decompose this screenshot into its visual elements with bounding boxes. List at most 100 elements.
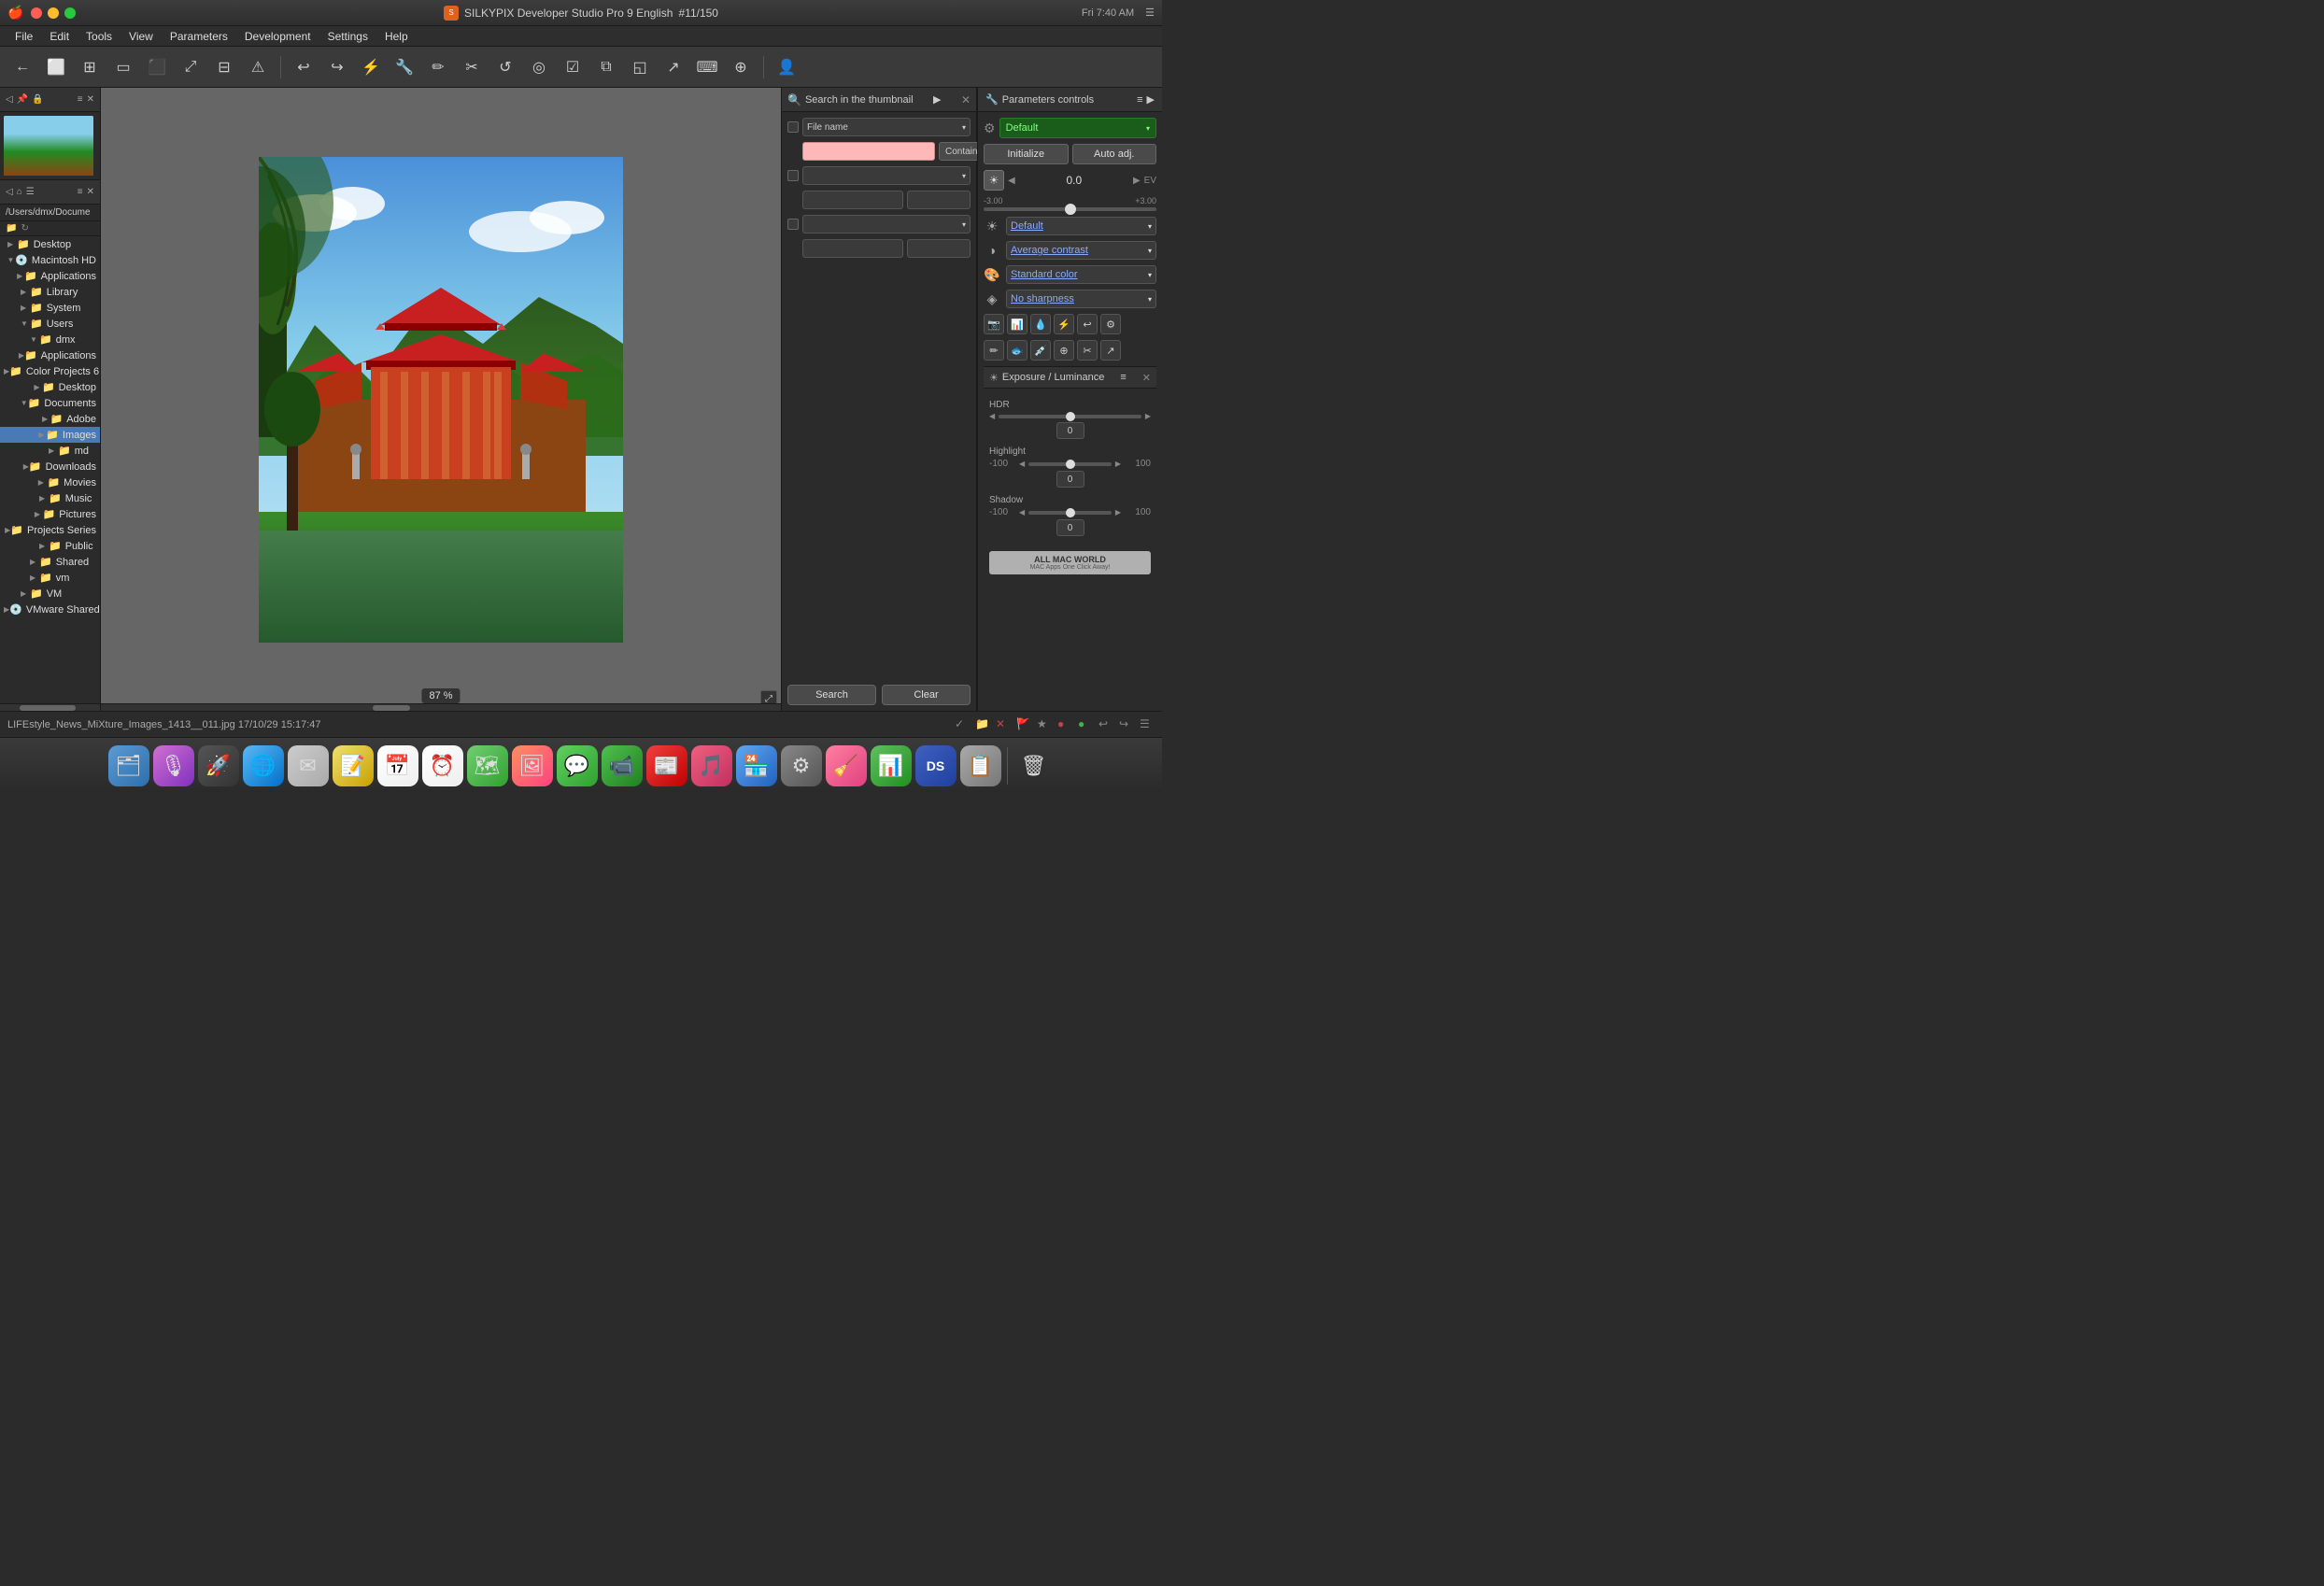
exposure-arrow-left[interactable]: ◀ (1008, 176, 1015, 186)
shadow-arrow-left[interactable]: ◀ (1019, 508, 1025, 517)
tree-arrow-documents[interactable]: ▼ (21, 399, 28, 407)
toolbar-stamp-btn[interactable]: ⊕ (726, 52, 756, 82)
tone-dropdown[interactable]: Default ▾ (1006, 217, 1156, 235)
browser-nav-prev[interactable]: ◁ (6, 187, 13, 197)
tree-item-vm[interactable]: ▶ 📁 vm (0, 570, 100, 586)
toolbar-pen-btn[interactable]: ✏ (423, 52, 453, 82)
shadow-value-display[interactable]: 0 (1056, 519, 1084, 536)
thumb-lock-btn[interactable]: 🔒 (32, 94, 43, 105)
tree-arrow-public[interactable]: ▶ (39, 542, 49, 550)
tree-item-images[interactable]: ▶ 📁 Images (0, 427, 100, 443)
highlight-arrow-left[interactable]: ◀ (1019, 460, 1025, 468)
status-redo-icon[interactable]: ↪ (1119, 717, 1134, 732)
browser-bookmark-btn[interactable]: ☰ (26, 187, 35, 197)
tree-item-adobe[interactable]: ▶ 📁 Adobe (0, 411, 100, 427)
toolbar-mask-btn[interactable]: ◱ (625, 52, 655, 82)
menu-edit[interactable]: Edit (42, 28, 77, 45)
tree-arrow-applications[interactable]: ▶ (17, 272, 24, 280)
thumb-nav-prev[interactable]: ◁ (6, 94, 13, 105)
dock-item-cleanmymac[interactable]: 🧹 (826, 745, 867, 786)
tree-arrow-pictures[interactable]: ▶ (35, 510, 43, 518)
toolbar-develop-btn[interactable]: ⚡ (356, 52, 386, 82)
minimize-window-button[interactable] (48, 7, 59, 19)
dock-item-calendar[interactable]: 📅 (377, 745, 418, 786)
tree-item-public[interactable]: ▶ 📁 Public (0, 538, 100, 554)
status-check-icon[interactable]: ✓ (955, 717, 970, 732)
hdr-slider[interactable] (999, 415, 1141, 418)
highlight-slider[interactable] (1028, 462, 1112, 466)
tool-btn-8[interactable]: 🐟 (1007, 340, 1027, 361)
dock-item-reminders[interactable]: ⏰ (422, 745, 463, 786)
toolbar-compare2-btn[interactable]: ⬛ (142, 52, 172, 82)
toolbar-forward-btn[interactable]: ⬜ (41, 52, 71, 82)
dock-item-activity[interactable]: 📊 (871, 745, 912, 786)
toolbar-spot-btn[interactable]: ◎ (524, 52, 554, 82)
menu-file[interactable]: File (7, 28, 40, 45)
search-field-input2b[interactable] (907, 191, 971, 209)
sharpness-dropdown[interactable]: No sharpness ▾ (1006, 290, 1156, 308)
dock-item-maps[interactable]: 🗺 (467, 745, 508, 786)
params-expand-btn[interactable]: ▶ (1147, 93, 1155, 106)
tree-arrow-library[interactable]: ▶ (21, 288, 30, 296)
tree-arrow-dmx-desktop[interactable]: ▶ (34, 383, 42, 391)
dock-item-launchpad[interactable]: 🚀 (198, 745, 239, 786)
tool-btn-12[interactable]: ↗ (1100, 340, 1121, 361)
toolbar-check-btn[interactable]: ☑ (558, 52, 588, 82)
tree-item-users[interactable]: ▼ 📁 Users (0, 316, 100, 332)
toolbar-rotate-btn[interactable]: ↺ (490, 52, 520, 82)
toolbar-warning-btn[interactable]: ⚠ (243, 52, 273, 82)
tree-arrow-macintoshhd[interactable]: ▼ (7, 256, 15, 264)
dock-item-ds[interactable]: DS (915, 745, 957, 786)
toolbar-face-btn[interactable]: 👤 (772, 52, 801, 82)
tree-item-downloads[interactable]: ▶ 📁 Downloads (0, 459, 100, 474)
shadow-slider-thumb[interactable] (1066, 508, 1075, 517)
tree-arrow-desktop[interactable]: ▶ (7, 240, 17, 248)
notification-icon[interactable]: ☰ (1145, 7, 1155, 19)
highlight-arrow-right[interactable]: ▶ (1115, 460, 1121, 468)
search-button[interactable]: Search (787, 685, 876, 705)
toolbar-export-btn[interactable]: ↗ (659, 52, 688, 82)
dock-item-mail[interactable]: ✉ (288, 745, 329, 786)
tool-btn-6[interactable]: ⚙ (1100, 314, 1121, 334)
clear-button[interactable]: Clear (882, 685, 971, 705)
tree-item-projectsseries[interactable]: ▶ 📁 Projects Series (0, 522, 100, 538)
dock-item-facetime[interactable]: 📹 (602, 745, 643, 786)
browser-close-btn[interactable]: ✕ (87, 187, 94, 197)
tree-item-desktop[interactable]: ▶ 📁 Desktop (0, 236, 100, 252)
tool-btn-1[interactable]: 📷 (984, 314, 1004, 334)
thumb-menu-btn[interactable]: ≡ (78, 94, 83, 105)
search-field-input3[interactable] (802, 239, 903, 258)
tool-btn-5[interactable]: ↩ (1077, 314, 1098, 334)
dock-item-notes[interactable]: 📝 (333, 745, 374, 786)
thumb-close-btn[interactable]: ✕ (87, 94, 94, 105)
menu-settings[interactable]: Settings (320, 28, 376, 45)
toolbar-back-btn[interactable]: ← (7, 52, 37, 82)
menu-help[interactable]: Help (377, 28, 416, 45)
tool-btn-3[interactable]: 💧 (1030, 314, 1051, 334)
dock-item-photos[interactable]: 🖼 (512, 745, 553, 786)
browser-menu-btn[interactable]: ≡ (78, 187, 83, 197)
tree-item-shared[interactable]: ▶ 📁 Shared (0, 554, 100, 570)
highlight-slider-thumb[interactable] (1066, 460, 1075, 469)
menu-development[interactable]: Development (237, 28, 319, 45)
dock-item-messages[interactable]: 💬 (557, 745, 598, 786)
status-star-icon[interactable]: ★ (1037, 717, 1052, 732)
search-field-input3b[interactable] (907, 239, 971, 258)
dock-item-finder[interactable]: 🗂 (108, 745, 149, 786)
status-x-icon[interactable]: ✕ (996, 717, 1011, 732)
tree-item-md[interactable]: ▶ 📁 md (0, 443, 100, 459)
menu-view[interactable]: View (121, 28, 161, 45)
tree-arrow-movies[interactable]: ▶ (38, 478, 48, 487)
tree-item-system[interactable]: ▶ 📁 System (0, 300, 100, 316)
dock-item-appstore[interactable]: 🏪 (736, 745, 777, 786)
toolbar-crop-btn[interactable]: ✂ (457, 52, 487, 82)
dock-item-fb[interactable]: 📋 (960, 745, 1001, 786)
tree-arrow-md[interactable]: ▶ (49, 446, 58, 455)
exposure-adj-icon[interactable]: ☀ (984, 170, 1004, 191)
toolbar-redo-btn[interactable]: ↪ (322, 52, 352, 82)
tree-item-library[interactable]: ▶ 📁 Library (0, 284, 100, 300)
thumb-pin-btn[interactable]: 📌 (17, 94, 28, 105)
apple-menu-icon[interactable]: 🍎 (7, 5, 23, 21)
exposure-section-menu-btn[interactable]: ≡ (1120, 372, 1126, 383)
preset-dropdown[interactable]: Default ▾ (999, 118, 1156, 138)
